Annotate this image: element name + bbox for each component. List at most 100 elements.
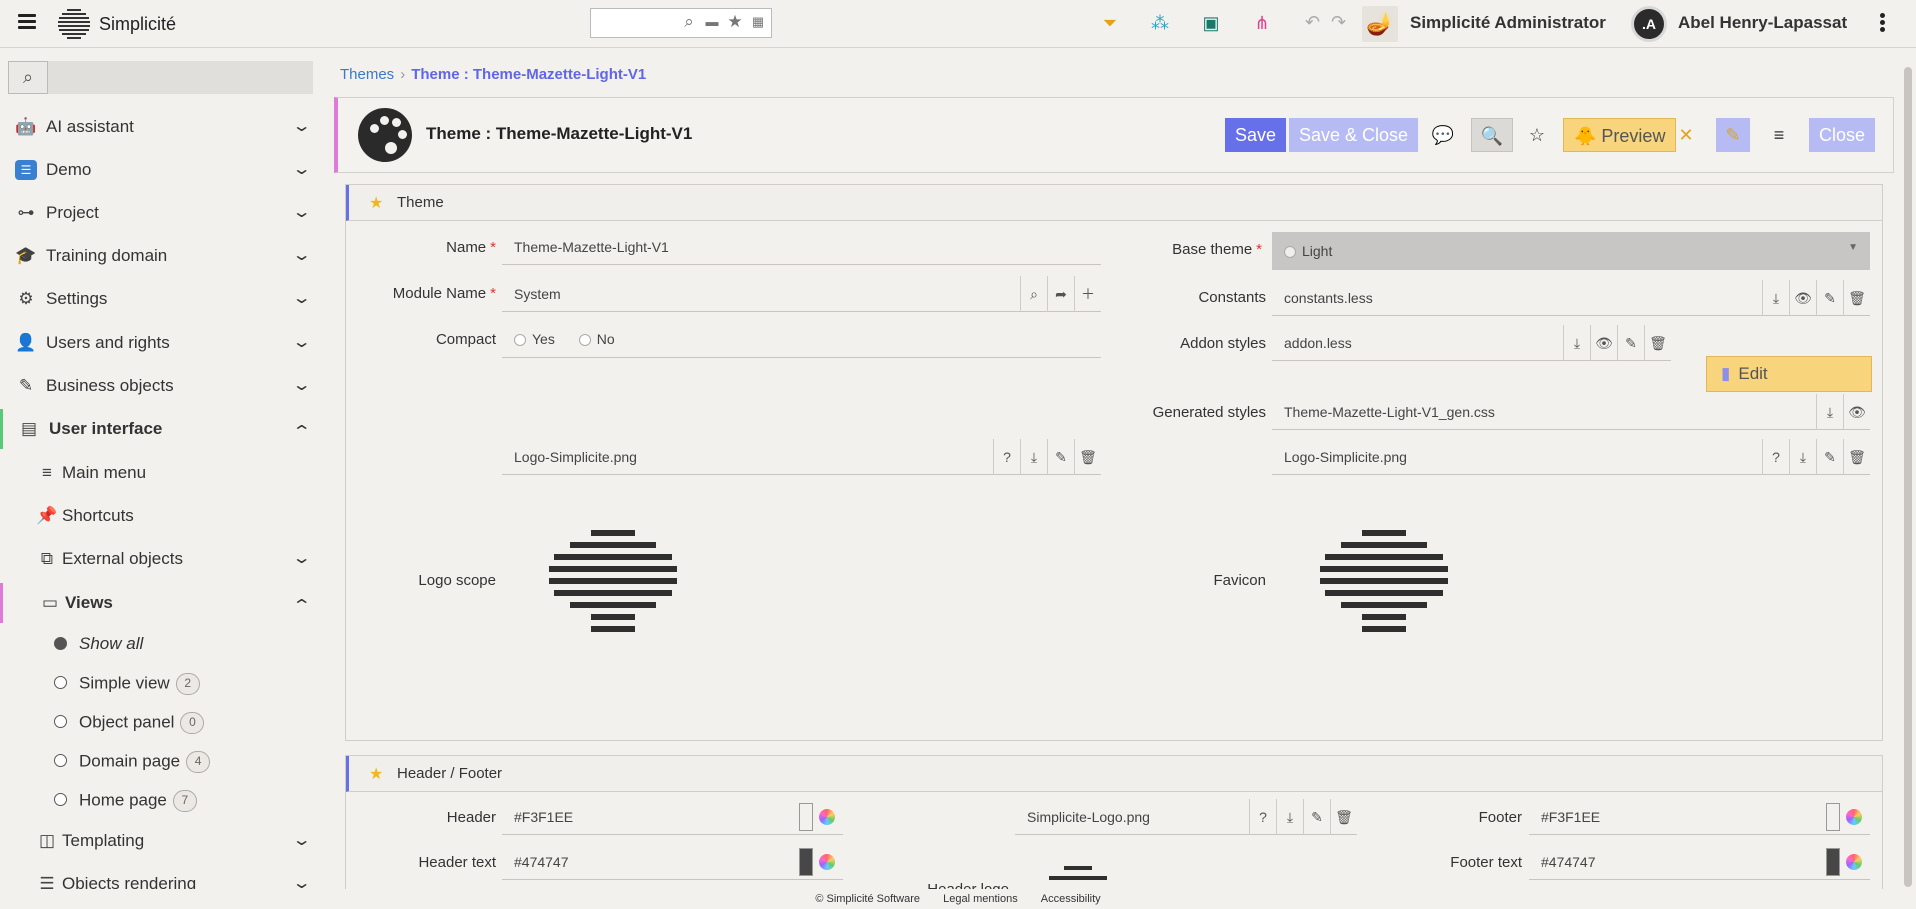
chevron-down-icon[interactable]: ⌄ bbox=[291, 288, 311, 308]
save-and-close-button[interactable]: Save & Close bbox=[1289, 118, 1419, 152]
sidebar-item-external-objects[interactable]: ⧉ External objects ⌄ bbox=[0, 539, 328, 579]
sidebar-item-ai-assistant[interactable]: 🤖 AI assistant ⌄ bbox=[0, 107, 328, 147]
view-filter-home-page[interactable]: Home page 7 bbox=[0, 783, 328, 817]
chevron-down-icon[interactable]: ⌄ bbox=[291, 873, 311, 889]
chevron-down-icon[interactable]: ⌄ bbox=[291, 245, 311, 265]
legal-mentions-link[interactable]: Legal mentions bbox=[943, 893, 1018, 905]
genie-lamp-icon[interactable]: 🪔 bbox=[1362, 6, 1398, 42]
search-icon[interactable]: ⌕ bbox=[8, 61, 48, 94]
header-logo-image[interactable] bbox=[1048, 866, 1108, 889]
sidebar-item-templating[interactable]: ◫ Templating ⌄ bbox=[0, 821, 328, 861]
constants-field[interactable]: constants.less ⤓ 👁 ✎ 🗑 bbox=[1272, 280, 1870, 316]
download-icon[interactable]: ⤓ bbox=[1276, 799, 1303, 835]
monitor-icon[interactable]: ▣ bbox=[1199, 12, 1223, 34]
eye-icon[interactable]: 👁 bbox=[1789, 280, 1816, 316]
name-field[interactable]: Theme-Mazette-Light-V1 bbox=[502, 229, 1101, 265]
pencil-edit-icon[interactable]: ✎ bbox=[1716, 118, 1750, 152]
color-wheel-icon[interactable] bbox=[1846, 809, 1862, 825]
compact-no-radio[interactable]: No bbox=[578, 331, 615, 347]
preview-button[interactable]: 🐥 Preview bbox=[1563, 118, 1677, 152]
breadcrumb-link-themes[interactable]: Themes bbox=[340, 66, 394, 83]
chevron-down-icon[interactable]: ⌄ bbox=[291, 202, 311, 222]
menu-lines-icon[interactable]: ≡ bbox=[1761, 118, 1797, 152]
header-logo-field[interactable]: Simplicite-Logo.png ? ⤓ ✎ 🗑 bbox=[1015, 799, 1357, 835]
color-swatch[interactable] bbox=[799, 803, 813, 831]
sidebar-item-views[interactable]: ▭ Views ⌄ bbox=[0, 583, 328, 623]
accessibility-link[interactable]: Accessibility bbox=[1041, 893, 1101, 905]
chevron-down-icon[interactable]: ⌄ bbox=[291, 830, 311, 850]
save-button[interactable]: Save bbox=[1225, 118, 1287, 152]
eye-icon[interactable]: 👁 bbox=[1590, 325, 1617, 361]
undo-icon[interactable]: ↶ bbox=[1305, 12, 1320, 33]
help-icon[interactable]: ? bbox=[1762, 439, 1789, 475]
sidebar-item-main-menu[interactable]: ≡ Main menu bbox=[0, 453, 328, 493]
user-name[interactable]: Abel Henry-Lapassat bbox=[1678, 13, 1847, 33]
qr-code-icon[interactable]: ▦ bbox=[749, 13, 767, 31]
edit-icon[interactable]: ✎ bbox=[1816, 280, 1843, 316]
compact-yes-radio[interactable]: Yes bbox=[514, 331, 555, 347]
view-filter-simple-view[interactable]: Simple view 2 bbox=[0, 666, 328, 700]
addon-styles-field[interactable]: addon.less ⤓ 👁 ✎ 🗑 bbox=[1272, 325, 1671, 361]
view-filter-object-panel[interactable]: Object panel 0 bbox=[0, 705, 328, 739]
trash-icon[interactable]: 🗑 bbox=[1074, 439, 1101, 475]
app-name[interactable]: Simplicité bbox=[99, 14, 176, 35]
chevron-down-icon[interactable]: ⌄ bbox=[291, 548, 311, 568]
main-scrollbar[interactable] bbox=[1900, 49, 1916, 889]
theme-panel-header[interactable]: ★ Theme bbox=[346, 185, 1882, 221]
star-icon[interactable]: ★ bbox=[726, 13, 744, 31]
sidebar-item-objects-rendering[interactable]: ☰ Objects rendering ⌄ bbox=[0, 864, 328, 889]
tools-cross-icon[interactable]: ✕ bbox=[1668, 118, 1704, 152]
eye-icon[interactable]: 👁 bbox=[1843, 394, 1870, 430]
cluster-icon[interactable]: ⁂ bbox=[1148, 12, 1172, 34]
chevron-up-icon[interactable]: ⌄ bbox=[291, 594, 311, 614]
view-filter-show-all[interactable]: Show all bbox=[0, 627, 328, 661]
download-icon[interactable]: ⤓ bbox=[1563, 325, 1590, 361]
header-footer-panel-header[interactable]: ★ Header / Footer bbox=[346, 756, 1882, 792]
download-icon[interactable]: ⤓ bbox=[1020, 439, 1047, 475]
generated-styles-field[interactable]: Theme-Mazette-Light-V1_gen.css ⤓ 👁 bbox=[1272, 394, 1870, 430]
chevron-down-icon[interactable]: ⌄ bbox=[291, 375, 311, 395]
dropdown-caret-icon[interactable]: ▼ bbox=[1848, 242, 1858, 253]
simplicite-logo[interactable] bbox=[57, 6, 91, 42]
sidebar-item-settings[interactable]: ⚙ Settings ⌄ bbox=[0, 279, 328, 319]
funnel-search-icon[interactable]: ⏷ bbox=[1098, 12, 1122, 34]
sidebar-search-input[interactable]: ⌕ bbox=[8, 61, 313, 94]
trash-icon[interactable]: 🗑 bbox=[1644, 325, 1671, 361]
scrollbar-thumb[interactable] bbox=[1904, 67, 1912, 887]
search-icon[interactable]: ⌕ bbox=[1020, 276, 1047, 312]
chevron-down-icon[interactable]: ⌄ bbox=[291, 332, 311, 352]
module-name-field[interactable]: System ⌕ ➦ ＋ bbox=[502, 276, 1101, 312]
keyboard-icon[interactable]: ▬ bbox=[703, 13, 721, 31]
chevron-down-icon[interactable]: ⌄ bbox=[291, 116, 311, 136]
sidebar-item-users-and-rights[interactable]: 👤 Users and rights ⌄ bbox=[0, 323, 328, 363]
download-icon[interactable]: ⤓ bbox=[1789, 439, 1816, 475]
redo-icon[interactable]: ↷ bbox=[1331, 12, 1346, 33]
header-text-color-field[interactable]: #474747 bbox=[502, 844, 843, 880]
chevron-up-icon[interactable]: ⌄ bbox=[291, 420, 311, 440]
download-icon[interactable]: ⤓ bbox=[1762, 280, 1789, 316]
download-icon[interactable]: ⤓ bbox=[1816, 394, 1843, 430]
sidebar-item-project[interactable]: ⊶ Project ⌄ bbox=[0, 193, 328, 233]
trash-icon[interactable]: 🗑 bbox=[1843, 280, 1870, 316]
color-wheel-icon[interactable] bbox=[819, 809, 835, 825]
edit-icon[interactable]: ✎ bbox=[1617, 325, 1644, 361]
footer-text-color-field[interactable]: #474747 bbox=[1529, 844, 1870, 880]
plus-icon[interactable]: ＋ bbox=[1074, 276, 1101, 312]
zoom-icon[interactable]: 🔍 bbox=[1471, 118, 1513, 152]
sidebar-item-training-domain[interactable]: 🎓 Training domain ⌄ bbox=[0, 236, 328, 276]
edit-icon[interactable]: ✎ bbox=[1303, 799, 1330, 835]
help-icon[interactable]: ? bbox=[1249, 799, 1276, 835]
global-search-input[interactable]: ⌕ ▬ ★ ▦ bbox=[590, 8, 772, 38]
color-swatch[interactable] bbox=[1826, 803, 1840, 831]
color-swatch[interactable] bbox=[1826, 848, 1840, 876]
help-icon[interactable]: ? bbox=[993, 439, 1020, 475]
color-wheel-icon[interactable] bbox=[1846, 854, 1862, 870]
logo-scope-image[interactable] bbox=[548, 530, 678, 670]
sitemap-icon[interactable]: ⋔ bbox=[1250, 12, 1274, 34]
view-filter-domain-page[interactable]: Domain page 4 bbox=[0, 744, 328, 778]
share-arrow-icon[interactable]: ➦ bbox=[1047, 276, 1074, 312]
sidebar-item-shortcuts[interactable]: 📌 Shortcuts bbox=[0, 496, 328, 536]
edit-icon[interactable]: ✎ bbox=[1816, 439, 1843, 475]
header-color-field[interactable]: #F3F1EE bbox=[502, 799, 843, 835]
logo-file-field[interactable]: Logo-Simplicite.png ? ⤓ ✎ 🗑 bbox=[502, 439, 1101, 475]
